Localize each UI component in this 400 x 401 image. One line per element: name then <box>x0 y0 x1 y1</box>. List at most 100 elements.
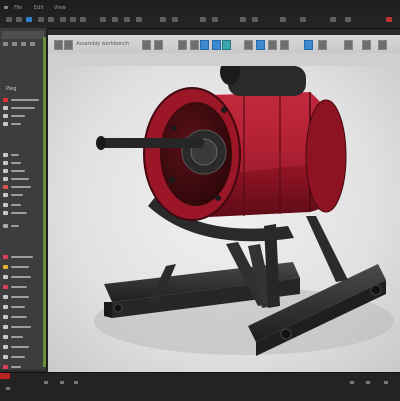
menubar: File Edit View <box>0 0 400 29</box>
mirror-icon[interactable] <box>178 40 187 50</box>
tree-item[interactable] <box>3 285 27 289</box>
shaft-end <box>96 136 106 150</box>
tree-item[interactable] <box>3 185 31 189</box>
layers-icon[interactable] <box>240 17 246 22</box>
redo-icon[interactable] <box>48 17 54 22</box>
tree-item[interactable] <box>3 106 35 110</box>
menu-edit[interactable]: Edit <box>34 5 44 11</box>
paste-icon[interactable] <box>80 17 86 22</box>
shading-icon[interactable] <box>304 40 313 50</box>
render-icon[interactable] <box>172 17 178 22</box>
panel-splitter[interactable] <box>43 37 46 367</box>
constraint-icon[interactable] <box>200 40 209 50</box>
sketch-icon[interactable] <box>54 40 63 50</box>
tree-item[interactable] <box>3 153 19 157</box>
status-icon[interactable] <box>44 381 48 384</box>
view-top-icon[interactable] <box>268 40 277 50</box>
chamfer-icon[interactable] <box>154 40 163 50</box>
bolt-3 <box>113 303 123 313</box>
tree-item[interactable] <box>3 211 27 215</box>
tree-item[interactable] <box>3 295 29 299</box>
bolt-2 <box>280 328 292 340</box>
status-bar <box>0 372 400 401</box>
select-icon[interactable] <box>100 17 106 22</box>
view-front-icon[interactable] <box>256 40 265 50</box>
base-rail-end <box>104 302 112 318</box>
pan-icon[interactable] <box>362 40 371 50</box>
close-icon[interactable] <box>386 17 392 22</box>
status-icon[interactable] <box>350 381 354 384</box>
panel-header <box>2 31 44 39</box>
shaft <box>100 138 204 148</box>
tree-item[interactable] <box>3 224 19 228</box>
undo-icon[interactable] <box>38 17 44 22</box>
orbit-icon[interactable] <box>378 40 387 50</box>
cut-icon[interactable] <box>60 17 66 22</box>
status-icon[interactable] <box>384 381 388 384</box>
tree-item[interactable] <box>3 315 27 319</box>
pattern-icon[interactable] <box>190 40 199 50</box>
light-icon[interactable] <box>300 17 306 22</box>
tree-item[interactable] <box>3 255 33 259</box>
move-icon[interactable] <box>112 17 118 22</box>
tree-item[interactable] <box>3 193 23 197</box>
measure-icon[interactable] <box>160 17 166 22</box>
grid-icon[interactable] <box>200 17 206 22</box>
tree-item[interactable] <box>3 355 25 359</box>
material-icon[interactable] <box>252 17 258 22</box>
status-icon[interactable] <box>6 387 10 390</box>
tree-item[interactable] <box>3 345 29 349</box>
scale-icon[interactable] <box>136 17 142 22</box>
flange-bolt <box>215 195 221 201</box>
open-icon[interactable] <box>16 17 22 22</box>
panel-tool-1-icon[interactable] <box>3 42 8 46</box>
snap-icon[interactable] <box>212 17 218 22</box>
tree-item[interactable] <box>3 203 21 207</box>
status-icon[interactable] <box>74 381 78 384</box>
tree-item[interactable] <box>3 98 39 102</box>
tree-item[interactable] <box>3 335 23 339</box>
rotate-icon[interactable] <box>124 17 130 22</box>
panel-tool-2-icon[interactable] <box>12 42 17 46</box>
status-icon[interactable] <box>366 381 370 384</box>
save-icon[interactable] <box>26 17 32 22</box>
zoom-icon[interactable] <box>344 40 353 50</box>
workbench-label: Assembly workbench <box>76 41 130 47</box>
tree-item[interactable] <box>3 365 21 369</box>
ribbon-toolbar: Assembly workbench <box>48 35 400 54</box>
extrude-icon[interactable] <box>64 40 73 50</box>
tree-item[interactable] <box>3 265 29 269</box>
dimension-icon[interactable] <box>212 40 221 50</box>
app-icon[interactable] <box>4 6 8 9</box>
status-icon[interactable] <box>60 381 64 384</box>
new-icon[interactable] <box>6 17 12 22</box>
tree-item[interactable] <box>3 275 31 279</box>
tree-item[interactable] <box>3 325 31 329</box>
panel-tool-3-icon[interactable] <box>21 42 26 46</box>
panel-title: Pieg <box>6 86 17 92</box>
view-iso-icon[interactable] <box>280 40 289 50</box>
tree-item[interactable] <box>3 177 29 181</box>
model-render[interactable] <box>48 66 400 372</box>
status-indicator <box>0 373 10 379</box>
copy-icon[interactable] <box>70 17 76 22</box>
help-icon[interactable] <box>330 17 336 22</box>
panel-tool-4-icon[interactable] <box>30 42 35 46</box>
menu-view[interactable]: View <box>54 5 66 11</box>
flange-bolt <box>169 177 175 183</box>
tree-item[interactable] <box>3 114 25 118</box>
tree-item[interactable] <box>3 161 21 165</box>
tree-item[interactable] <box>3 122 21 126</box>
leg-right <box>306 216 348 282</box>
assembly-icon[interactable] <box>222 40 231 50</box>
fillet-icon[interactable] <box>142 40 151 50</box>
wireframe-icon[interactable] <box>318 40 327 50</box>
3d-viewport[interactable] <box>48 66 400 372</box>
settings-icon[interactable] <box>345 17 351 22</box>
section-icon[interactable] <box>244 40 253 50</box>
tree-item[interactable] <box>3 169 25 173</box>
tree-item[interactable] <box>3 305 25 309</box>
bolt-1 <box>370 284 382 296</box>
menu-file[interactable]: File <box>14 5 22 11</box>
camera-icon[interactable] <box>280 17 286 22</box>
